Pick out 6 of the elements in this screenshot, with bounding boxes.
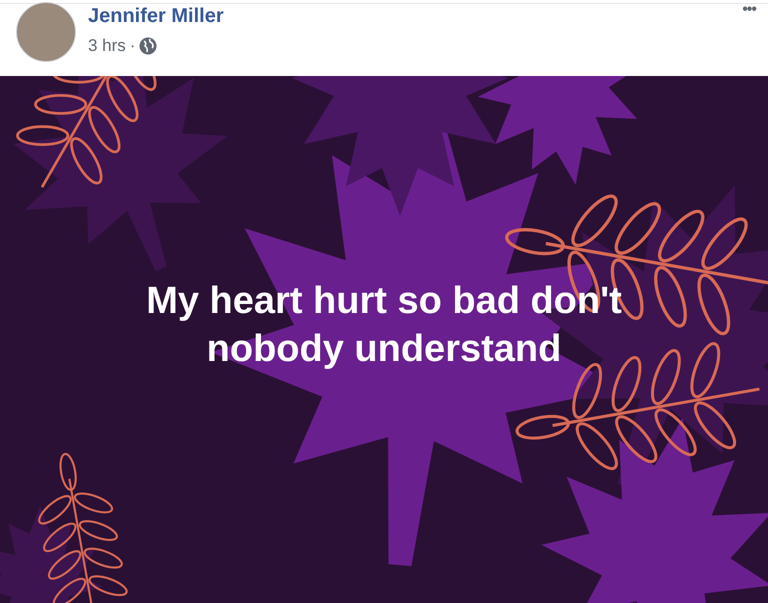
globe-icon bbox=[139, 36, 158, 55]
author-name[interactable]: Jennifer Miller bbox=[88, 4, 224, 28]
separator-dot: · bbox=[130, 35, 136, 57]
status-text: My heart hurt so bad don't nobody understand bbox=[145, 278, 623, 372]
more-options-button[interactable]: ••• bbox=[742, 0, 756, 22]
post-time[interactable]: 3 hrs bbox=[88, 33, 126, 58]
